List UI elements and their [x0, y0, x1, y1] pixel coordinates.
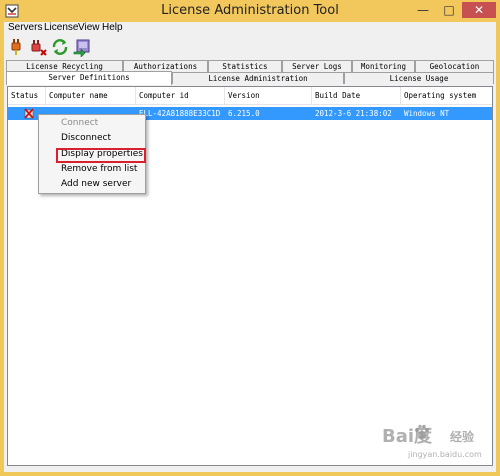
- toolbar: [4, 36, 496, 58]
- tab-strip: License Recycling Authorizations Statist…: [4, 60, 496, 86]
- tab-monitoring[interactable]: Monitoring: [352, 60, 415, 72]
- tab-server-definitions[interactable]: Server Definitions: [6, 71, 172, 85]
- menu-help[interactable]: Help: [102, 22, 123, 33]
- watermark-url: jingyan.baidu.com: [408, 450, 482, 459]
- refresh-icon[interactable]: [50, 37, 70, 57]
- column-build-date[interactable]: Build Date: [312, 87, 401, 105]
- title-bar[interactable]: License Administration Tool — □ ✕: [0, 0, 500, 22]
- cell-build-date: 2012-3-6 21:38:02: [315, 109, 392, 118]
- app-window: License Administration Tool — □ ✕ Server…: [0, 0, 500, 476]
- column-computer-id[interactable]: Computer id: [136, 87, 225, 105]
- cell-version: 6.215.0: [228, 109, 260, 118]
- menu-item-disconnect[interactable]: Disconnect: [39, 131, 145, 146]
- menu-item-add-new-server[interactable]: Add new server: [39, 177, 145, 192]
- menu-bar: Servers License View Help: [4, 22, 496, 36]
- minimize-button[interactable]: —: [412, 2, 434, 18]
- disconnected-server-icon: [24, 108, 34, 119]
- tab-statistics[interactable]: Statistics: [208, 60, 282, 72]
- menu-item-connect: Connect: [61, 118, 99, 128]
- highlight-box: [56, 148, 146, 163]
- close-button[interactable]: ✕: [462, 2, 496, 18]
- column-operating-system[interactable]: Operating system: [401, 87, 492, 105]
- menu-servers[interactable]: Servers: [8, 22, 42, 33]
- watermark-line1: 经验: [450, 430, 475, 444]
- context-menu: Connect Disconnect Display properties Re…: [38, 114, 146, 194]
- export-icon[interactable]: [72, 37, 92, 57]
- column-version[interactable]: Version: [225, 87, 312, 105]
- table-header: Status Computer name Computer id Version…: [8, 87, 492, 105]
- cell-computer-id: ELL-42A81888E33C1D: [139, 109, 221, 118]
- tab-server-logs[interactable]: Server Logs: [282, 60, 352, 72]
- tab-license-administration[interactable]: License Administration: [172, 72, 344, 84]
- menu-license[interactable]: License: [44, 22, 78, 33]
- menu-view[interactable]: View: [78, 22, 100, 33]
- disconnect-plug-icon[interactable]: [28, 37, 48, 57]
- connect-plug-icon[interactable]: [6, 37, 26, 57]
- tab-license-usage[interactable]: License Usage: [344, 72, 494, 84]
- maximize-button[interactable]: □: [438, 2, 460, 18]
- baidu-watermark: Bai度 经验 jingyan.baidu.com: [378, 420, 493, 472]
- menu-item-remove-from-list[interactable]: Remove from list: [39, 162, 145, 177]
- client-area: Servers License View Help License Recycl…: [4, 22, 496, 472]
- watermark-logo: Bai度: [382, 426, 433, 447]
- tab-geolocation[interactable]: Geolocation: [415, 60, 494, 72]
- column-computer-name[interactable]: Computer name: [46, 87, 136, 105]
- column-status[interactable]: Status: [8, 87, 46, 105]
- cell-operating-system: Windows NT: [404, 109, 450, 118]
